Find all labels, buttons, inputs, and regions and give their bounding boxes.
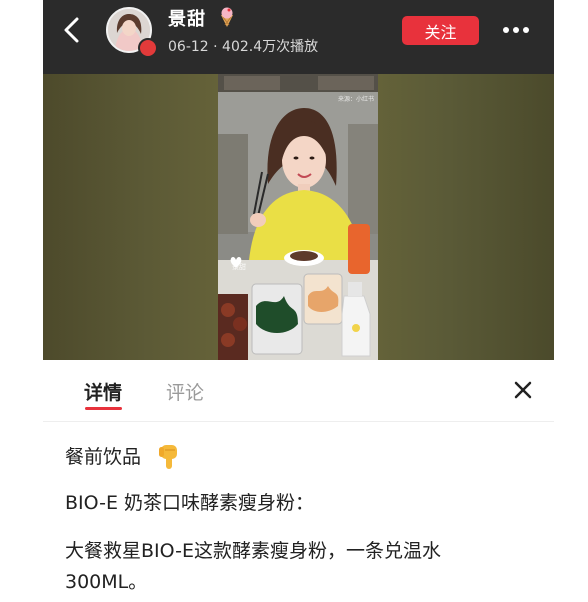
- detail-line-1: 餐前饮品: [65, 446, 142, 468]
- more-dots-icon[interactable]: [502, 24, 530, 36]
- verified-badge-icon: [138, 38, 158, 58]
- tab-comments[interactable]: 评论: [166, 378, 204, 405]
- pointing-down-hand-icon: [159, 445, 177, 469]
- post-meta: 06-12 · 402.4万次播放: [168, 39, 319, 55]
- detail-line-3: 大餐救星BIO-E这款酵素瘦身粉，一条兑温水: [65, 540, 441, 562]
- app-screen: 景甜 06-12 · 402.4万次播放 关注 来源：小红书 景甜 详情 评论 …: [43, 0, 554, 602]
- tab-details[interactable]: 详情: [84, 378, 122, 405]
- back-chevron-icon[interactable]: [61, 16, 85, 44]
- close-icon[interactable]: [514, 381, 532, 399]
- ice-cream-icon: [221, 7, 233, 27]
- username[interactable]: 景甜: [168, 5, 206, 31]
- post-header: 景甜 06-12 · 402.4万次播放 关注: [43, 0, 554, 74]
- active-tab-indicator: [85, 407, 122, 410]
- detail-line-2: BIO-E 奶茶口味酵素瘦身粉：: [65, 492, 315, 514]
- video-player[interactable]: 来源：小红书 景甜: [43, 74, 554, 360]
- video-blur-right: [378, 74, 554, 360]
- video-frame[interactable]: 来源：小红书 景甜: [218, 74, 378, 360]
- divider: [43, 421, 554, 422]
- details-panel: 详情 评论 餐前饮品 BIO-E 奶茶口味酵素瘦身粉： 大餐救星BIO-E这款酵…: [43, 360, 554, 602]
- follow-button[interactable]: 关注: [402, 16, 479, 45]
- detail-line-4: 300ML。: [65, 571, 148, 593]
- video-watermark: 来源：小红书: [337, 96, 374, 103]
- video-user-watermark: 景甜: [232, 263, 246, 271]
- video-scene: [218, 74, 378, 360]
- video-blur-left: [43, 74, 218, 360]
